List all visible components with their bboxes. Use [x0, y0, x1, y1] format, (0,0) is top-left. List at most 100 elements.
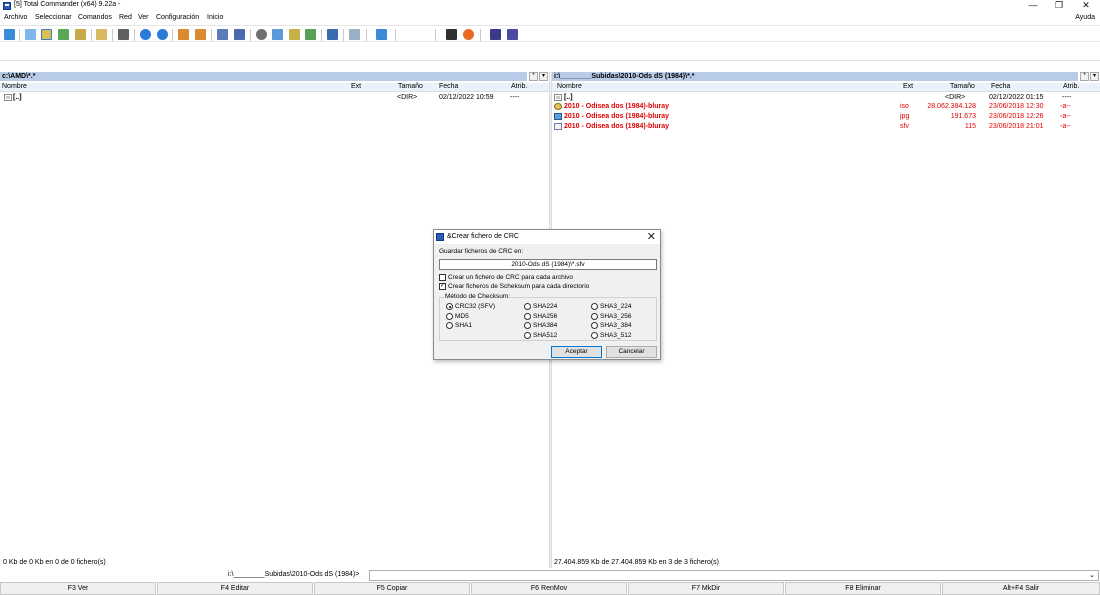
radio-sha224-label: SHA224 — [533, 303, 558, 310]
select-icon[interactable] — [327, 29, 338, 40]
maximize-button[interactable]: ❐ — [1046, 0, 1072, 12]
brief-view-icon[interactable] — [25, 29, 36, 40]
menu-ayuda[interactable]: Ayuda — [1075, 14, 1095, 21]
command-input[interactable]: ⌄ — [369, 570, 1099, 581]
title-bar: [5] Total Commander (x64) 9.22a - — ❐ ✕ — [0, 0, 1100, 12]
left-history-button[interactable]: * — [529, 72, 538, 81]
command-prompt: i:\________Subidas\2010-Ods dS (1984)> — [228, 571, 360, 578]
file-row[interactable]: 2010 - Odisea dos (1984)-bluray iso 28.0… — [552, 102, 1100, 111]
unpack-icon[interactable] — [195, 29, 206, 40]
col-size[interactable]: Tamaño — [398, 83, 423, 91]
file-row[interactable]: [..] <DIR> 02/12/2022 10:59 ---- — [0, 93, 549, 102]
full-view-icon[interactable] — [41, 29, 52, 40]
copy-names-icon[interactable] — [305, 29, 316, 40]
rename-icon[interactable] — [272, 29, 283, 40]
back-icon[interactable] — [140, 29, 151, 40]
file-date: 23/06/2018 12:30 — [989, 103, 1044, 110]
save-location-input[interactable]: 2010-Ods dS (1984)\*.sfv — [439, 259, 657, 270]
radio-crc32-label: CRC32 (SFV) — [455, 303, 496, 310]
invert-selection-icon[interactable] — [96, 29, 107, 40]
search-icon[interactable] — [256, 29, 267, 40]
tree-icon[interactable] — [75, 29, 86, 40]
cmd-icon[interactable] — [446, 29, 457, 40]
toolbar-separator — [435, 29, 436, 41]
minimize-button[interactable]: — — [1020, 0, 1046, 12]
pack-icon[interactable] — [178, 29, 189, 40]
radio-sha3-512[interactable] — [591, 332, 598, 339]
dialog-close-icon[interactable]: ✕ — [647, 230, 656, 244]
right-history-button[interactable]: * — [1080, 72, 1089, 81]
menu-inicio[interactable]: Inicio — [207, 14, 223, 21]
col-attr[interactable]: Atrib. — [511, 83, 527, 91]
firefox-icon[interactable] — [463, 29, 474, 40]
col-ext[interactable]: Ext — [903, 83, 913, 91]
close-button[interactable]: ✕ — [1073, 0, 1099, 12]
file-name: 2010 - Odisea dos (1984)-bluray — [564, 123, 670, 130]
col-ext[interactable]: Ext — [351, 83, 361, 91]
radio-sha3-224[interactable] — [591, 303, 598, 310]
cancel-button[interactable]: Cancelar — [606, 346, 657, 358]
f4-edit-button[interactable]: F4 Editar — [157, 582, 313, 595]
dialog-title-bar: &Crear fichero de CRC ✕ — [434, 230, 660, 244]
col-date[interactable]: Fecha — [991, 83, 1010, 91]
menu-configuracion[interactable]: Configuración — [156, 14, 199, 21]
radio-sha3-384[interactable] — [591, 322, 598, 329]
comparar-icon[interactable] — [118, 29, 129, 40]
notepad-icon[interactable] — [349, 29, 360, 40]
menu-archivo[interactable]: Archivo — [4, 14, 27, 21]
radio-sha224[interactable] — [524, 303, 531, 310]
menu-comandos[interactable]: Comandos — [78, 14, 112, 21]
accept-button[interactable]: Aceptar — [551, 346, 602, 358]
app-launcher-icon[interactable] — [490, 29, 501, 40]
menu-red[interactable]: Red — [119, 14, 132, 21]
col-attr[interactable]: Atrib. — [1063, 83, 1079, 91]
radio-sha3-256-label: SHA3_256 — [600, 313, 632, 320]
per-file-checkbox[interactable] — [439, 274, 446, 281]
ftp-disconnect-icon[interactable] — [234, 29, 245, 40]
forward-icon[interactable] — [157, 29, 168, 40]
app-launcher-icon[interactable] — [507, 29, 518, 40]
radio-sha1[interactable] — [446, 322, 453, 329]
menu-ver[interactable]: Ver — [138, 14, 149, 21]
file-row[interactable]: [..] <DIR> 02/12/2022 01:15 ---- — [552, 93, 1100, 102]
f3-view-button[interactable]: F3 Ver — [0, 582, 156, 595]
file-name: 2010 - Odisea dos (1984)-bluray — [564, 103, 670, 110]
left-path-bar[interactable]: c:\AMD\*.* — [0, 72, 527, 81]
radio-crc32[interactable] — [446, 303, 453, 310]
refresh-icon[interactable] — [4, 29, 15, 40]
right-hotlist-button[interactable]: ▾ — [1090, 72, 1099, 81]
radio-md5[interactable] — [446, 313, 453, 320]
alt-f4-exit-button[interactable]: Alt+F4 Salir — [942, 582, 1100, 595]
left-hotlist-button[interactable]: ▾ — [539, 72, 548, 81]
radio-sha384[interactable] — [524, 322, 531, 329]
col-date[interactable]: Fecha — [439, 83, 458, 91]
radio-sha256[interactable] — [524, 313, 531, 320]
ftp-icon[interactable] — [217, 29, 228, 40]
col-size[interactable]: Tamaño — [950, 83, 975, 91]
file-date: 02/12/2022 01:15 — [989, 94, 1044, 101]
file-name: 2010 - Odisea dos (1984)-bluray — [564, 113, 670, 120]
radio-sha3-256[interactable] — [591, 313, 598, 320]
file-row[interactable]: 2010 - Odisea dos (1984)-bluray sfv 115 … — [552, 122, 1100, 131]
toolbar — [0, 25, 1100, 42]
file-row[interactable]: 2010 - Odisea dos (1984)-bluray jpg 191.… — [552, 112, 1100, 121]
per-directory-checkbox[interactable]: ✓ — [439, 283, 446, 290]
radio-sha512[interactable] — [524, 332, 531, 339]
sync-dirs-icon[interactable] — [289, 29, 300, 40]
f6-renmov-button[interactable]: F6 RenMov — [471, 582, 627, 595]
f7-mkdir-button[interactable]: F7 MkDir — [628, 582, 784, 595]
right-path-bar[interactable]: i:\________Subidas\2010-Ods dS (1984)\*.… — [552, 72, 1078, 81]
function-key-bar: F3 Ver F4 Editar F5 Copiar F6 RenMov F7 … — [0, 582, 1100, 596]
radio-sha256-label: SHA256 — [533, 313, 558, 320]
f8-delete-button[interactable]: F8 Eliminar — [785, 582, 941, 595]
chevron-down-icon[interactable]: ⌄ — [1089, 571, 1095, 580]
f5-copy-button[interactable]: F5 Copiar — [314, 582, 470, 595]
updir-icon — [4, 94, 12, 101]
file-attr: -a-- — [1060, 123, 1071, 130]
menu-seleccionar[interactable]: Seleccionar — [35, 14, 72, 21]
display-icon[interactable] — [376, 29, 387, 40]
thumbnails-icon[interactable] — [58, 29, 69, 40]
col-name[interactable]: Nombre — [2, 83, 27, 91]
col-name[interactable]: Nombre — [557, 83, 582, 91]
per-file-label: Crear un fichero de CRC para cada archiv… — [448, 274, 574, 281]
